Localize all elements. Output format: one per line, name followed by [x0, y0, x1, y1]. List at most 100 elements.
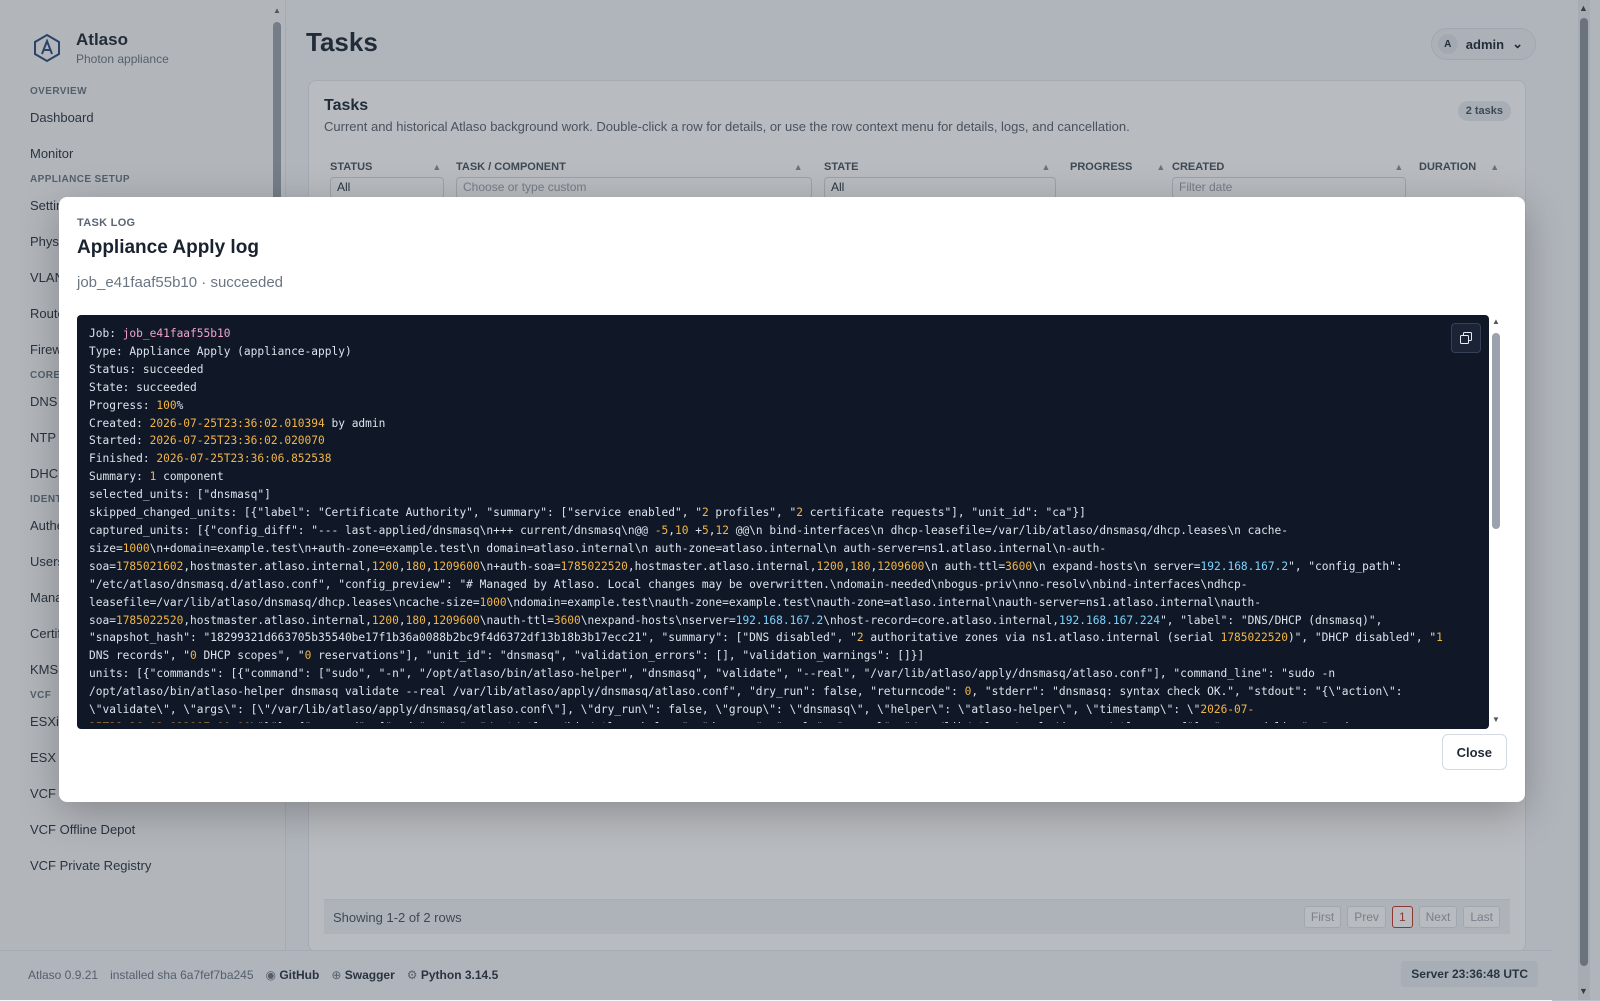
- log-segment: 180: [405, 613, 426, 627]
- copy-log-button[interactable]: [1451, 323, 1481, 353]
- log-segment: 1200: [371, 559, 399, 573]
- log-segment: State: succeeded: [89, 380, 197, 394]
- log-segment: skipped_changed_units: [{"label": "Certi…: [89, 506, 702, 520]
- log-segment: Status: succeeded: [89, 362, 204, 376]
- log-segment: Progress:: [89, 398, 157, 412]
- log-segment: ,: [668, 523, 676, 537]
- log-segment: soa=: [89, 613, 116, 627]
- log-line: "/etc/atlaso/dnsmasq.d/atlaso.conf", "co…: [89, 576, 1449, 594]
- log-segment: ,: [425, 559, 433, 573]
- log-segment: ", "label": "DNS/DHCP (dnsmasq)",: [1160, 613, 1383, 627]
- log-segment: 1785022520: [560, 559, 628, 573]
- log-line: units: [{"commands": [{"command": ["sudo…: [89, 665, 1449, 683]
- log-line: Type: Appliance Apply (appliance-apply): [89, 343, 1449, 361]
- log-segment: soa=: [89, 559, 116, 573]
- log-segment: , "stderr": "dnsmasq: syntax check OK.",…: [971, 685, 1403, 699]
- log-segment: DNS records", ": [89, 649, 191, 663]
- log-segment: 1209600: [877, 559, 925, 573]
- modal-title: Appliance Apply log: [77, 237, 259, 258]
- log-line: Summary: 1 component: [89, 468, 1449, 486]
- log-segment: DHCP scopes", ": [196, 649, 305, 663]
- log-segment: Type: Appliance Apply (appliance-apply): [89, 344, 352, 358]
- log-segment: job_e41faaf55b10: [122, 327, 231, 340]
- close-button[interactable]: Close: [1441, 734, 1507, 770]
- log-segment: 192.168.167.2: [735, 613, 824, 627]
- log-segment: \"validate\", \"args\": [\"/var/lib/atla…: [89, 703, 1201, 717]
- log-segment: ,hostmaster.atlaso.internal,: [627, 559, 817, 573]
- scroll-down-arrow-icon[interactable]: ▼: [1492, 715, 1500, 724]
- log-segment: 12: [715, 523, 729, 537]
- log-segment: Created:: [89, 416, 150, 430]
- log-segment: selected_units: ["dnsmasq"]: [89, 488, 271, 502]
- log-segment: 1000: [122, 541, 150, 555]
- log-segment: 180: [850, 559, 871, 573]
- log-segment: 180: [405, 559, 426, 573]
- log-output[interactable]: Job: job_e41faaf55b10 Type: Appliance App…: [77, 315, 1489, 729]
- log-segment: 100: [156, 398, 177, 412]
- log-segment: size=: [89, 541, 123, 555]
- log-segment: 0: [190, 649, 197, 663]
- log-segment: 2: [701, 506, 709, 520]
- log-segment: 1200: [816, 559, 844, 573]
- log-segment: 2: [856, 631, 864, 645]
- log-segment: Finished:: [89, 452, 157, 466]
- log-scrollbar[interactable]: ▲ ▼: [1489, 315, 1503, 729]
- log-segment: 192.168.167.2: [1200, 559, 1289, 573]
- log-segment: ,hostmaster.atlaso.internal,: [183, 613, 372, 627]
- log-line: "snapshot_hash": "18299321d663705b35540b…: [89, 629, 1449, 647]
- log-segment: \nauth-ttl=: [479, 613, 554, 627]
- log-segment: Summary:: [89, 470, 150, 484]
- log-segment: component: [156, 470, 224, 484]
- log-line: Finished: 2026-07-25T23:36:06.852538: [89, 450, 1449, 468]
- log-line: Status: succeeded: [89, 361, 1449, 379]
- log-segment: )", "DHCP disabled", ": [1287, 631, 1437, 645]
- log-segment: certificate requests"], "unit_id": "ca"}…: [803, 506, 1086, 520]
- log-segment: 3600: [553, 613, 581, 627]
- log-segment: profiles", ": [708, 506, 797, 520]
- log-segment: 1209600: [432, 613, 480, 627]
- log-segment: authoritative zones via ns1.atlaso.inter…: [863, 631, 1221, 645]
- log-line: DNS records", "0 DHCP scopes", "0 reserv…: [89, 647, 1449, 665]
- log-segment: 2026-07-25T23:36:02.010394: [149, 416, 325, 430]
- log-segment: 1209600: [432, 559, 480, 573]
- log-line: Job: job_e41faaf55b10: [89, 325, 1449, 343]
- log-scroll-thumb[interactable]: [1492, 333, 1500, 529]
- log-segment: 1000: [479, 595, 507, 609]
- log-segment: captured_units: [{"config_diff": "--- la…: [89, 523, 655, 537]
- log-segment: ,: [398, 559, 406, 573]
- log-segment: reservations"], "unit_id": "dnsmasq", "v…: [311, 649, 925, 663]
- log-line: State: succeeded: [89, 379, 1449, 397]
- log-segment: \n expand-hosts\n server=: [1032, 559, 1201, 573]
- log-segment: 1785022520: [115, 613, 184, 627]
- log-segment: 10: [675, 523, 689, 537]
- log-segment: 192.168.167.224: [1059, 613, 1161, 627]
- log-segment: units: [{"commands": [{"command": ["sudo…: [89, 667, 1336, 681]
- log-segment: 1785022520: [1220, 631, 1288, 645]
- task-log-modal: TASK LOG Appliance Apply log job_e41faaf…: [59, 197, 1525, 802]
- log-segment: \"}"}, {"command": ["sudo", "-n", "/opt/…: [251, 721, 1376, 723]
- log-line: Started: 2026-07-25T23:36:02.020070: [89, 432, 1449, 450]
- log-segment: Job:: [89, 327, 123, 340]
- log-line: selected_units: ["dnsmasq"]: [89, 486, 1449, 504]
- log-line: leasefile=/var/lib/atlaso/dnsmasq/dhcp.l…: [89, 594, 1449, 612]
- log-segment: 5: [701, 523, 709, 537]
- copy-icon: [1460, 332, 1472, 344]
- log-segment: \n auth-ttl=: [924, 559, 1006, 573]
- log-segment: 2: [796, 506, 803, 520]
- log-segment: 3600: [1005, 559, 1033, 573]
- log-segment: /opt/atlaso/bin/atlaso-helper dnsmasq va…: [89, 685, 965, 699]
- log-segment: 2026-07-25T23:36:06.852538: [156, 452, 332, 466]
- log-segment: ,: [425, 613, 433, 627]
- log-segment: \nhost-record=core.atlaso.internal,: [823, 613, 1060, 627]
- log-segment: 1: [1436, 631, 1443, 645]
- log-line: Progress: 100%: [89, 397, 1449, 415]
- log-line: skipped_changed_units: [{"label": "Certi…: [89, 504, 1449, 522]
- log-segment: 25T23:36:03.823117+00:00: [89, 721, 251, 723]
- modal-eyebrow: TASK LOG: [77, 217, 136, 229]
- log-segment: ,hostmaster.atlaso.internal,: [183, 559, 372, 573]
- log-segment: %: [176, 398, 184, 412]
- log-segment: 1200: [371, 613, 399, 627]
- log-segment: by admin: [324, 416, 386, 430]
- scroll-up-arrow-icon[interactable]: ▲: [1492, 317, 1500, 326]
- log-segment: +: [688, 523, 702, 537]
